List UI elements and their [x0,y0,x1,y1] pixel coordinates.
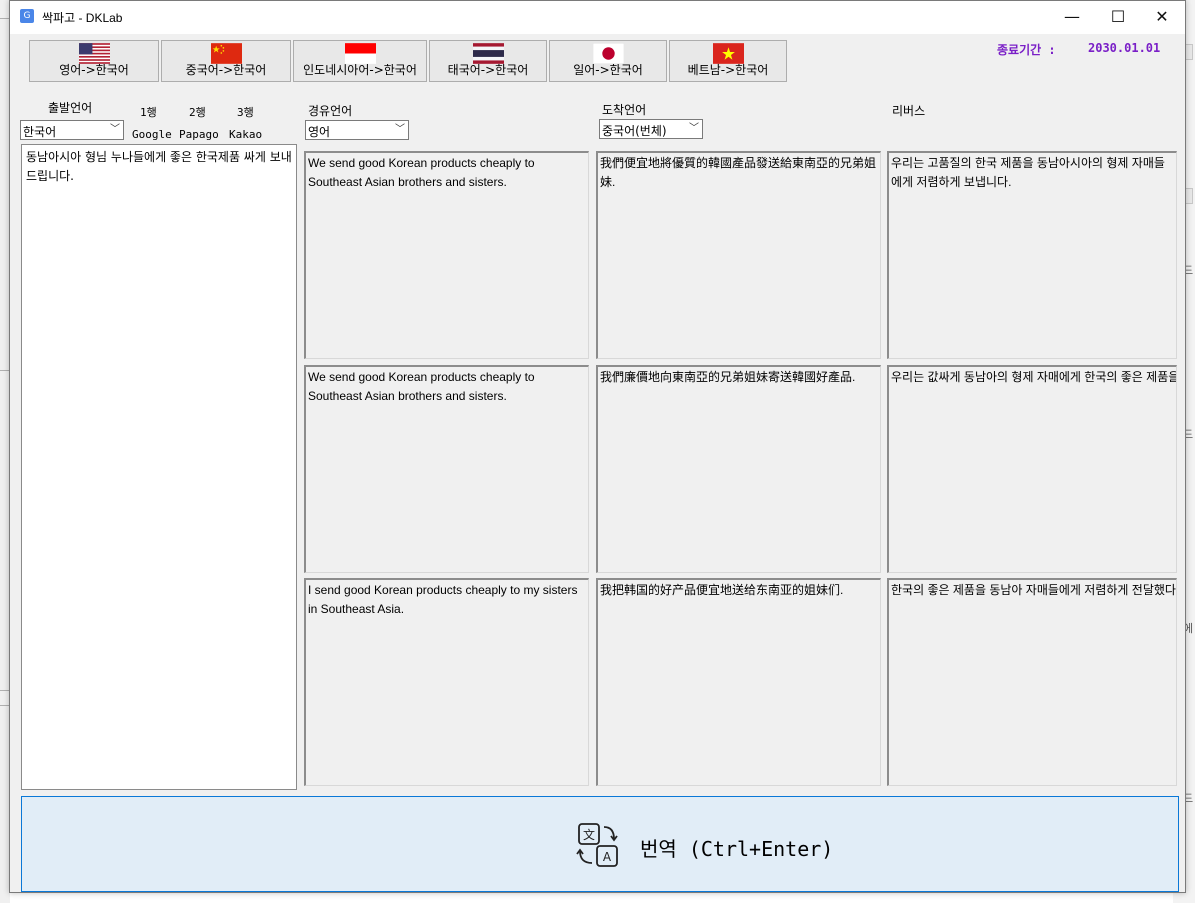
chevron-down-icon: ﹀ [689,123,699,134]
via-result-row1[interactable]: We send good Korean products cheaply to … [304,151,589,359]
title-bar[interactable]: G 싹파고 - DKLab — ☐ ✕ [10,1,1185,34]
target-result-row2[interactable]: 我們廉價地向東南亞的兄弟姐妹寄送韓國好產品. [596,365,881,573]
target-result-row3[interactable]: 我把韩国的好产品便宜地送给东南亚的姐妹们. [596,578,881,786]
target-language-label: 도착언어 [602,103,647,117]
svg-text:A: A [603,850,612,864]
row1-label: 1행 [140,106,157,119]
target-result-row1[interactable]: 我們便宜地將優質的韓國產品發送給東南亞的兄弟姐妹. [596,151,881,359]
source-language-label: 출발언어 [48,101,93,115]
window-title: 싹파고 - DKLab [42,11,123,25]
chevron-down-icon: ﹀ [395,124,405,135]
via-language-select[interactable]: 영어 ﹀ [305,120,409,140]
source-text-input[interactable]: 동남아시아 형님 누나들에게 좋은 한국제품 싸게 보내 드립니다. [21,144,297,790]
client-area: 영어->한국어 중국어->한국어 인도네시아어->한국어 태국어->한국어 일어… [10,34,1185,892]
engine3-label: Kakao [229,128,263,141]
translate-button-label: 번역 (Ctrl+Enter) [640,837,834,861]
target-language-select[interactable]: 중국어(번체) ﹀ [599,119,703,139]
via-result-row2[interactable]: We send good Korean products cheaply to … [304,365,589,573]
translate-icon: 文 A [576,823,618,867]
source-language-value: 한국어 [23,125,57,139]
zh-ko-label: 중국어->한국어 [185,63,267,77]
reverse-result-row1[interactable]: 우리는 고품질의 한국 제품을 동남아시아의 형제 자매들에게 저렴하게 보냅니… [887,151,1177,359]
th-ko-button[interactable]: 태국어->한국어 [429,40,547,82]
via-language-label: 경유언어 [308,104,353,118]
svg-text:文: 文 [583,827,595,842]
expiry-label: 종료기간 : [997,43,1056,57]
engine2-label: Papago [179,128,219,141]
app-window: G 싹파고 - DKLab — ☐ ✕ 영어->한국어 중국어->한국어 인도네… [9,0,1186,893]
reverse-result-row3[interactable]: 한국의 좋은 제품을 동남아 자매들에게 저렴하게 전달했다. [887,578,1177,786]
th-ko-label: 태국어->한국어 [447,63,529,77]
vi-ko-button[interactable]: 베트남->한국어 [669,40,787,82]
id-ko-button[interactable]: 인도네시아어->한국어 [293,40,427,82]
en-ko-label: 영어->한국어 [59,63,129,77]
via-language-value: 영어 [308,125,331,139]
ja-ko-button[interactable]: 일어->한국어 [549,40,667,82]
maximize-button[interactable]: ☐ [1095,1,1141,34]
row2-label: 2행 [189,106,206,119]
vi-ko-label: 베트남->한국어 [687,63,769,77]
reverse-result-row2[interactable]: 우리는 값싸게 동남아의 형제 자매에게 한국의 좋은 제품을 보냅니다. [887,365,1177,573]
translate-button[interactable]: 文 A 번역 (Ctrl+Enter) [21,796,1179,892]
engine1-label: Google [132,128,172,141]
ja-ko-label: 일어->한국어 [573,63,643,77]
via-result-row3[interactable]: I send good Korean products cheaply to m… [304,578,589,786]
minimize-button[interactable]: — [1049,1,1095,34]
chevron-down-icon: ﹀ [110,124,120,135]
target-language-value: 중국어(번체) [602,124,667,138]
expiry-date: 2030.01.01 [1088,41,1161,55]
id-ko-label: 인도네시아어->한국어 [303,63,417,77]
zh-ko-button[interactable]: 중국어->한국어 [161,40,291,82]
row3-label: 3행 [237,106,254,119]
en-ko-button[interactable]: 영어->한국어 [29,40,159,82]
source-language-select[interactable]: 한국어 ﹀ [20,120,124,140]
reverse-label: 리버스 [892,104,926,118]
close-button[interactable]: ✕ [1139,1,1185,34]
app-icon: G [20,9,34,23]
